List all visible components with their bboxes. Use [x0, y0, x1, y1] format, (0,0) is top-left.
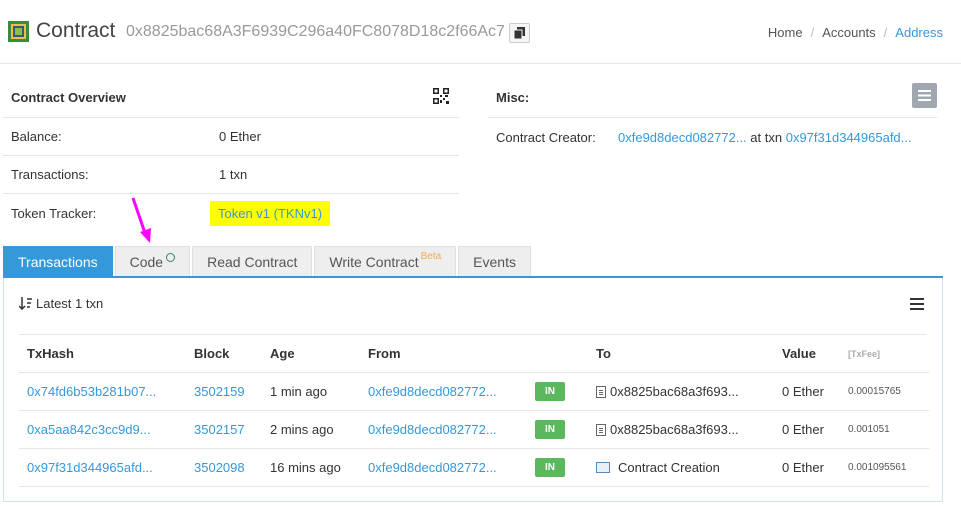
col-txhash: TxHash: [19, 336, 186, 373]
col-age: Age: [262, 336, 360, 373]
col-value: Value: [774, 336, 840, 373]
balance-label: Balance:: [11, 129, 62, 144]
block-link[interactable]: 3502157: [194, 422, 245, 437]
misc-header: Misc:: [488, 78, 937, 118]
verified-check-icon: [166, 253, 176, 262]
tab-write-contract-label: Write Contract: [329, 253, 419, 270]
at-txn-text: at txn: [750, 129, 783, 145]
transactions-table: TxHash Block Age From To Value [TxFee] 0…: [19, 336, 929, 487]
to-address: 0x8825bac68a3f693...: [610, 421, 739, 437]
block-link[interactable]: 3502159: [194, 384, 245, 399]
misc-menu-button[interactable]: [912, 83, 937, 108]
contract-creator-value: 0xfe9d8decd082772... at txn 0x97f31d3449…: [618, 130, 912, 145]
tab-events-label: Events: [473, 253, 516, 270]
copy-icon: [514, 27, 525, 39]
tab-code-label: Code: [129, 253, 164, 270]
table-row: 0xa5aa842c3cc9d9... 3502157 2 mins ago 0…: [19, 410, 929, 449]
col-block: Block: [186, 336, 262, 373]
table-row: 0x74fd6b53b281b07... 3502159 1 min ago 0…: [19, 372, 929, 411]
overview-title: Contract Overview: [11, 90, 126, 105]
in-badge: IN: [535, 381, 565, 401]
tab-code[interactable]: Code: [114, 246, 191, 276]
qr-code-icon[interactable]: [433, 88, 449, 104]
from-link[interactable]: 0xfe9d8decd082772...: [368, 384, 497, 399]
value-text: 0 Ether: [782, 421, 824, 437]
token-tracker-link[interactable]: Token v1 (TKNv1): [210, 200, 331, 226]
txfee-text: 0.001095561: [848, 461, 907, 473]
breadcrumb: Home / Accounts / Address: [767, 25, 943, 40]
tab-write-contract[interactable]: Write Contract Beta: [314, 246, 457, 276]
balance-value: 0 Ether: [219, 129, 261, 144]
balance-row: Balance: 0 Ether: [3, 118, 459, 156]
token-tracker-value-wrap: Token v1 (TKNv1): [210, 200, 331, 226]
to-address: 0x8825bac68a3f693...: [610, 383, 739, 399]
tab-transactions-label: Transactions: [18, 253, 98, 270]
value-text: 0 Ether: [782, 459, 824, 475]
creator-address-link[interactable]: 0xfe9d8decd082772...: [618, 130, 747, 145]
transactions-value: 1 txn: [219, 167, 248, 182]
list-icon: [918, 90, 931, 101]
tab-read-contract[interactable]: Read Contract: [192, 246, 313, 276]
table-row: 0x97f31d344965afd... 3502098 16 mins ago…: [19, 448, 929, 487]
contract-creator-row: Contract Creator: 0xfe9d8decd082772... a…: [488, 118, 937, 156]
copy-address-button[interactable]: [509, 23, 530, 43]
col-txfee[interactable]: [TxFee]: [840, 336, 929, 373]
age-text: 16 mins ago: [270, 459, 341, 475]
contract-file-icon: [596, 385, 606, 398]
table-header-row: TxHash Block Age From To Value [TxFee]: [19, 336, 929, 373]
page-header: Contract 0x8825bac68A3F6939C296a40FC8078…: [0, 0, 961, 64]
txhash-link[interactable]: 0x74fd6b53b281b07...: [27, 384, 156, 399]
txhash-link[interactable]: 0x97f31d344965afd...: [27, 460, 153, 475]
col-from: From: [360, 336, 527, 373]
breadcrumb-address: Address: [895, 25, 943, 40]
contract-address: 0x8825bac68A3F6939C296a40FC8078D18c2f66A…: [126, 23, 505, 40]
transactions-label: Transactions:: [11, 167, 89, 182]
overview-header: Contract Overview: [3, 78, 459, 118]
beta-badge: Beta: [420, 251, 442, 262]
creator-txn-link[interactable]: 0x97f31d344965afd...: [786, 130, 912, 145]
value-text: 0 Ether: [782, 383, 824, 399]
misc-title: Misc:: [496, 90, 530, 105]
divider: [19, 334, 927, 335]
tab-bar: Transactions Code Read Contract Write Co…: [3, 246, 943, 278]
contract-logo-icon: [8, 21, 29, 42]
transactions-panel: Latest 1 txn TxHash Block Age From To Va…: [3, 278, 943, 502]
age-text: 2 mins ago: [270, 421, 334, 437]
tab-transactions[interactable]: Transactions: [3, 246, 113, 276]
tab-events[interactable]: Events: [458, 246, 531, 276]
contract-creation-icon: [596, 461, 610, 473]
txfee-text: 0.001051: [848, 423, 890, 435]
hamburger-menu-icon[interactable]: [910, 298, 924, 310]
contract-creator-label: Contract Creator:: [496, 129, 596, 145]
from-link[interactable]: 0xfe9d8decd082772...: [368, 422, 497, 437]
tab-read-contract-label: Read Contract: [207, 253, 298, 270]
txhash-link[interactable]: 0xa5aa842c3cc9d9...: [27, 422, 151, 437]
breadcrumb-accounts[interactable]: Accounts: [822, 25, 875, 40]
in-badge: IN: [535, 419, 565, 439]
from-link[interactable]: 0xfe9d8decd082772...: [368, 460, 497, 475]
breadcrumb-home[interactable]: Home: [768, 25, 803, 40]
transactions-row: Transactions: 1 txn: [3, 156, 459, 194]
in-badge: IN: [535, 457, 565, 477]
latest-txn-text: Latest 1 txn: [36, 296, 104, 311]
contract-file-icon: [596, 423, 606, 436]
token-tracker-row: Token Tracker: Token v1 (TKNv1): [3, 194, 459, 232]
contract-overview-panel: Contract Overview Balance: 0 Ether Trans…: [3, 78, 459, 232]
age-text: 1 min ago: [270, 383, 328, 399]
annotation-arrow-icon: [131, 197, 151, 243]
col-direction: [527, 336, 588, 373]
token-tracker-label: Token Tracker:: [11, 205, 97, 221]
txfee-text: 0.00015765: [848, 385, 901, 397]
misc-panel: Misc: Contract Creator: 0xfe9d8decd08277…: [488, 78, 937, 156]
contract-creation-text: Contract Creation: [618, 459, 720, 475]
page-title: Contract: [36, 19, 116, 42]
sort-icon: [19, 297, 32, 310]
block-link[interactable]: 3502098: [194, 460, 245, 475]
latest-txn-summary: Latest 1 txn: [19, 296, 103, 311]
col-to: To: [588, 336, 774, 373]
